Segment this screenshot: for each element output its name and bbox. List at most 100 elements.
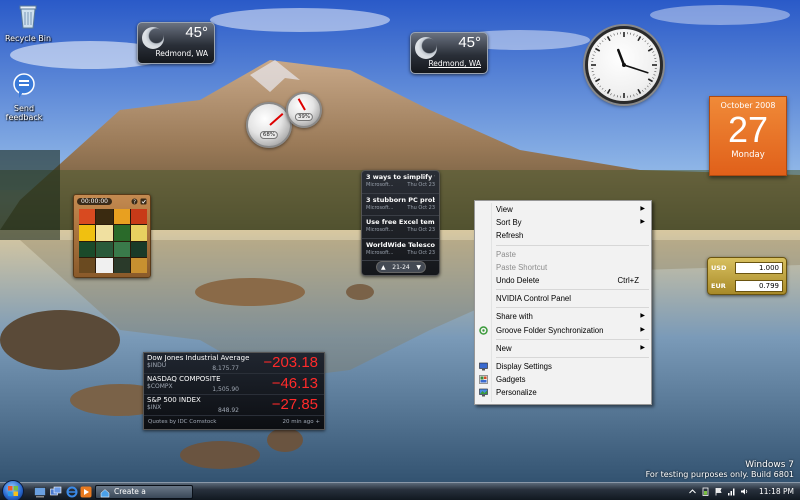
puzzle-tile[interactable] bbox=[130, 209, 147, 225]
stocks-footer: Quotes by IDC Comstock 20 min ago + bbox=[144, 416, 324, 428]
svg-text:?: ? bbox=[133, 199, 136, 205]
desktop-icon-send-feedback[interactable]: Send feedback bbox=[0, 72, 52, 122]
stock-row[interactable]: NASDAQ COMPOSITE $COMPX 1,505.90 −46.13 bbox=[144, 374, 324, 395]
desktop-icon-recycle-bin[interactable]: Recycle Bin bbox=[0, 2, 56, 43]
puzzle-tile[interactable] bbox=[113, 241, 130, 257]
menu-item-groove-sync[interactable]: Groove Folder Synchronization ▶ bbox=[475, 324, 651, 337]
show-desktop-icon[interactable] bbox=[34, 486, 46, 498]
feed-item[interactable]: 3 ways to simplify y... Microsoft... Thu … bbox=[362, 171, 439, 194]
puzzle-tile[interactable] bbox=[130, 257, 147, 273]
clock-tick bbox=[652, 51, 655, 53]
menu-item-share-with[interactable]: Share with ▶ bbox=[475, 310, 651, 323]
submenu-arrow-icon: ▶ bbox=[640, 326, 645, 333]
feed-item[interactable]: 3 stubborn PC proble... Microsoft... Thu … bbox=[362, 194, 439, 216]
menu-item-refresh[interactable]: Refresh bbox=[475, 229, 651, 242]
media-player-icon[interactable] bbox=[80, 486, 92, 498]
weather-city: Redmond, WA bbox=[155, 49, 208, 58]
puzzle-tile[interactable] bbox=[79, 225, 96, 241]
currency-value-input[interactable]: 0.799 bbox=[735, 280, 783, 292]
clock-tick bbox=[597, 83, 600, 85]
menu-item-label: Sort By bbox=[496, 218, 522, 228]
weather-city-link[interactable]: Redmond, WA bbox=[428, 59, 481, 68]
clock-tick bbox=[606, 88, 611, 94]
menu-item-label: Paste bbox=[496, 249, 516, 259]
battery-icon[interactable] bbox=[701, 487, 710, 496]
puzzle-tile[interactable] bbox=[113, 257, 130, 273]
stock-row[interactable]: Dow Jones Industrial Average $INDU 8,175… bbox=[144, 353, 324, 374]
menu-item-label: NVIDIA Control Panel bbox=[496, 294, 571, 304]
puzzle-tile[interactable] bbox=[79, 241, 96, 257]
menu-item-undo-delete[interactable]: Undo Delete Ctrl+Z bbox=[475, 274, 651, 287]
feed-item-source: Microsoft... bbox=[366, 182, 394, 188]
puzzle-tile[interactable] bbox=[79, 257, 96, 273]
action-center-flag-icon[interactable] bbox=[714, 487, 723, 496]
menu-item-shortcut: Ctrl+Z bbox=[617, 275, 639, 285]
clock-minute-hand bbox=[623, 64, 649, 74]
menu-item-personalize[interactable]: Personalize bbox=[475, 386, 651, 399]
menu-item-display-settings[interactable]: Display Settings bbox=[475, 360, 651, 373]
puzzle-tile[interactable] bbox=[96, 257, 113, 273]
window-switcher-icon[interactable] bbox=[50, 486, 62, 498]
clock-face bbox=[591, 32, 657, 98]
puzzle-solve-icon[interactable] bbox=[140, 198, 147, 205]
stock-row[interactable]: S&P 500 INDEX $INX 848.92 −27.85 bbox=[144, 395, 324, 416]
weather-temperature: 45° bbox=[185, 24, 208, 41]
memory-meter-gadget[interactable]: 39% bbox=[286, 92, 322, 128]
clock-tick bbox=[604, 38, 606, 41]
menu-item-new[interactable]: New ▶ bbox=[475, 342, 651, 355]
puzzle-tile[interactable] bbox=[96, 209, 113, 225]
cpu-needle bbox=[269, 113, 284, 126]
puzzle-tile[interactable] bbox=[130, 241, 147, 257]
tray-clock[interactable]: 11:18 PM bbox=[759, 487, 794, 496]
clock-tick bbox=[648, 45, 651, 47]
clock-tick bbox=[636, 34, 638, 37]
clock-tick bbox=[636, 93, 638, 96]
weather-gadget[interactable]: 45° Redmond, WA bbox=[137, 22, 215, 64]
system-tray: 11:18 PM bbox=[688, 483, 800, 500]
menu-item-view[interactable]: View ▶ bbox=[475, 203, 651, 216]
clock-tick bbox=[637, 36, 642, 42]
stocks-add-button[interactable]: + bbox=[315, 419, 320, 425]
volume-icon[interactable] bbox=[740, 487, 749, 496]
menu-item-label: Undo Delete bbox=[496, 275, 540, 285]
puzzle-tile[interactable] bbox=[79, 209, 96, 225]
homegroup-icon bbox=[100, 488, 110, 497]
puzzle-tile[interactable] bbox=[113, 209, 130, 225]
currency-value-input[interactable]: 1.000 bbox=[735, 262, 783, 274]
submenu-arrow-icon: ▶ bbox=[640, 206, 645, 212]
feed-item-source: Microsoft... bbox=[366, 204, 394, 211]
feed-item[interactable]: Use free Excel temp... Microsoft... Thu O… bbox=[362, 216, 439, 239]
puzzle-tile[interactable] bbox=[113, 225, 130, 241]
taskbar-button-homegroup[interactable]: Create a HomeGroup bbox=[95, 485, 193, 500]
puzzle-tile[interactable] bbox=[130, 225, 147, 241]
network-icon[interactable] bbox=[727, 487, 736, 496]
calendar-gadget[interactable]: October 2008 27 Monday bbox=[709, 96, 787, 176]
clock-tick bbox=[647, 78, 653, 83]
tray-chevron-up-icon[interactable] bbox=[688, 487, 697, 496]
puzzle-tile[interactable] bbox=[96, 241, 113, 257]
memory-needle bbox=[297, 98, 306, 111]
clock-tick bbox=[642, 38, 644, 41]
clock-tick bbox=[633, 94, 635, 97]
internet-explorer-icon[interactable] bbox=[66, 486, 78, 498]
puzzle-tile[interactable] bbox=[96, 225, 113, 241]
puzzle-hint-icon[interactable]: ? bbox=[131, 198, 138, 205]
menu-item-paste-shortcut: Paste Shortcut bbox=[475, 261, 651, 274]
currency-code-selector[interactable]: USD bbox=[711, 264, 735, 272]
feed-item[interactable]: WorldWide Telescope Microsoft... Thu Oct … bbox=[362, 239, 439, 261]
feed-item-date: Thu Oct 23 bbox=[407, 227, 435, 233]
feed-headlines-gadget: 3 ways to simplify y... Microsoft... Thu … bbox=[361, 170, 440, 276]
clock-gadget[interactable] bbox=[585, 26, 663, 104]
weather-temperature: 45° bbox=[458, 34, 481, 51]
currency-row: USD 1.000 bbox=[711, 260, 783, 276]
currency-code-selector[interactable]: EUR bbox=[711, 282, 735, 290]
feed-prev-button[interactable]: ▲ bbox=[381, 264, 386, 271]
feed-next-button[interactable]: ▼ bbox=[416, 264, 421, 271]
weather-gadget[interactable]: 45° Redmond, WA bbox=[410, 32, 488, 74]
menu-item-nvidia-control-panel[interactable]: NVIDIA Control Panel bbox=[475, 292, 651, 305]
memory-percent: 39% bbox=[294, 112, 314, 121]
menu-item-gadgets[interactable]: Gadgets bbox=[475, 373, 651, 386]
menu-item-sort-by[interactable]: Sort By ▶ bbox=[475, 216, 651, 229]
start-button[interactable] bbox=[2, 480, 24, 500]
gadgets-icon bbox=[479, 375, 488, 384]
